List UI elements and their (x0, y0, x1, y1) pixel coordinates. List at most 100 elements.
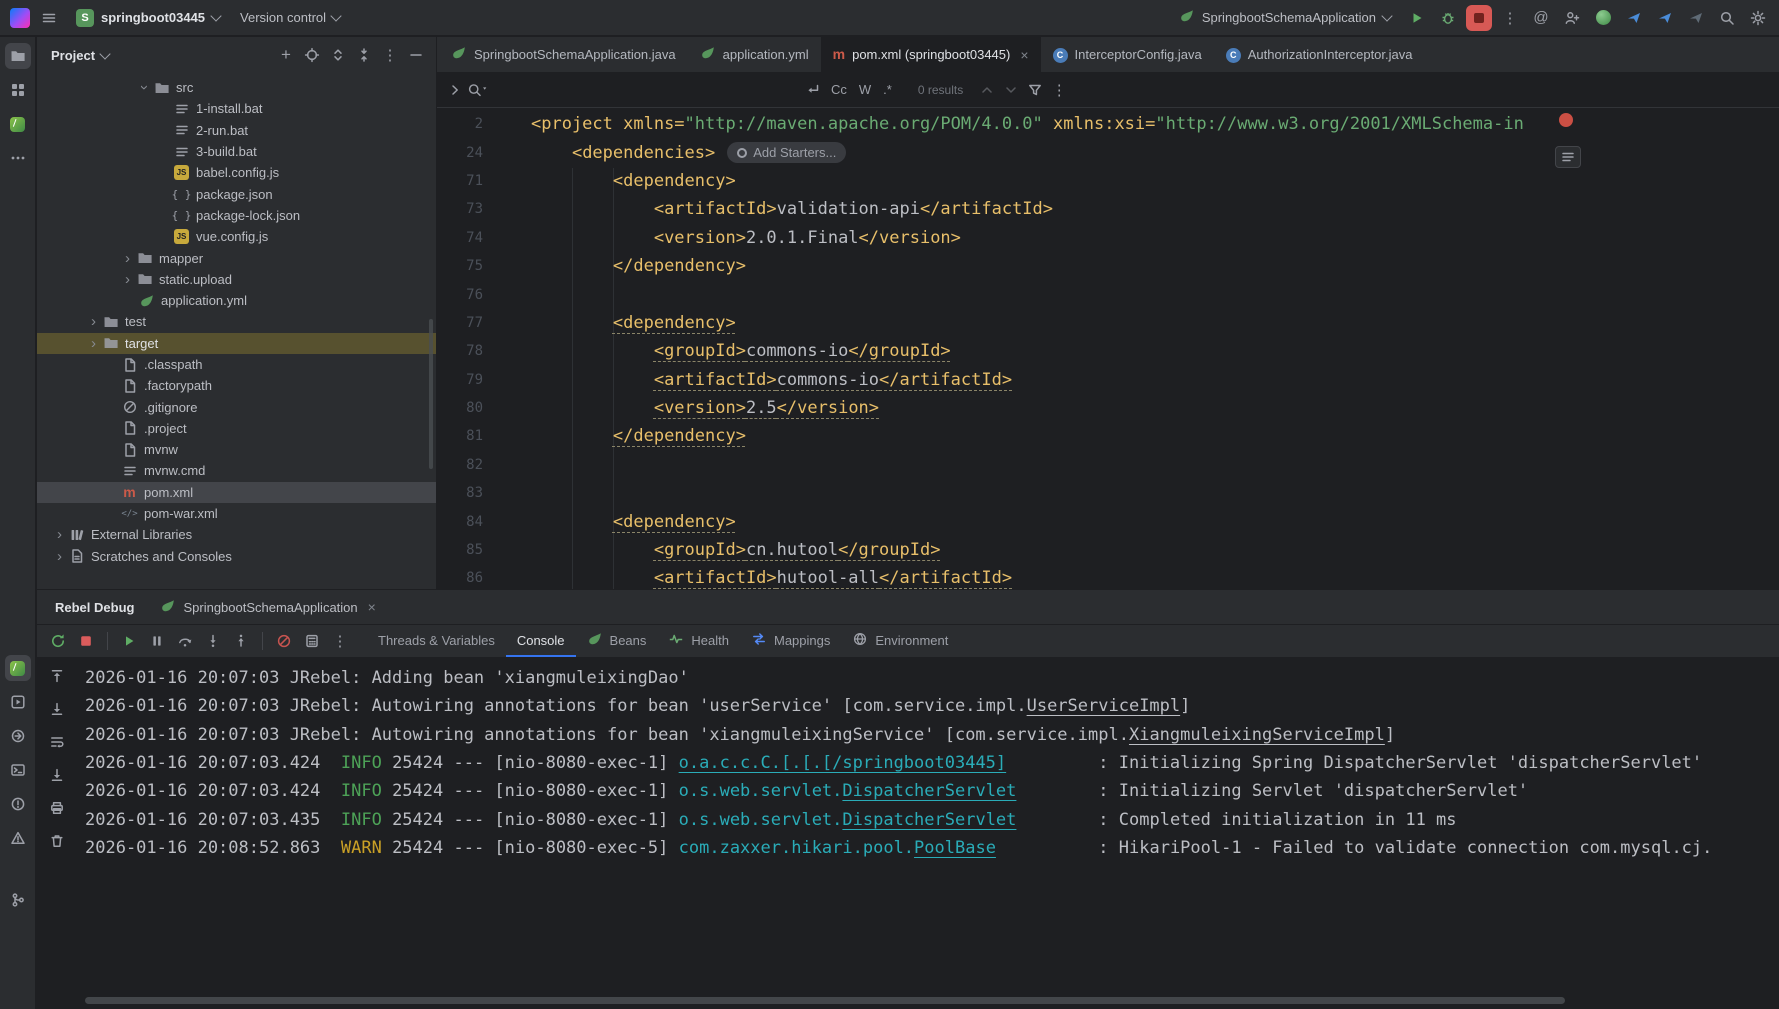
tree-item-1-install-bat[interactable]: 1-install.bat (37, 98, 436, 119)
minimize-icon[interactable] (404, 43, 428, 67)
status-green-icon[interactable] (1590, 5, 1616, 31)
notifications-icon[interactable] (5, 825, 31, 851)
rerun-icon[interactable] (45, 628, 71, 654)
match-case-toggle[interactable]: Cc (825, 78, 853, 101)
project-panel-title[interactable]: Project (51, 48, 95, 63)
kebab-icon[interactable]: ⋮ (378, 43, 402, 67)
tab-interceptorconfig-java[interactable]: CInterceptorConfig.java (1041, 37, 1214, 72)
more-h-icon[interactable] (5, 145, 31, 171)
prev-match-icon[interactable] (975, 78, 999, 102)
console-hscrollbar[interactable] (85, 997, 1565, 1004)
tree-item-package-json[interactable]: { }package.json (37, 183, 436, 204)
tree-item-mapper[interactable]: ›mapper (37, 247, 436, 268)
tree-item-target[interactable]: ›target (37, 333, 436, 354)
chevron-icon[interactable]: › (119, 251, 136, 266)
tree-item-mvnw[interactable]: mvnw (37, 439, 436, 460)
tree-item-mvnw-cmd[interactable]: mvnw.cmd (37, 460, 436, 481)
words-toggle[interactable]: W (853, 78, 877, 101)
tree-item-3-build-bat[interactable]: 3-build.bat (37, 141, 436, 162)
mute-breakpoints-icon[interactable] (271, 628, 297, 654)
tree-item-package-lock-json[interactable]: { }package-lock.json (37, 205, 436, 226)
tree-item-application-yml[interactable]: application.yml (37, 290, 436, 311)
search-icon[interactable] (1714, 5, 1740, 31)
tab-authorizationinterceptor-java[interactable]: CAuthorizationInterceptor.java (1214, 37, 1425, 72)
editor-overlay-icon[interactable] (1555, 146, 1581, 168)
structure-icon[interactable] (5, 77, 31, 103)
add-starters-inlay[interactable]: Add Starters... (727, 142, 846, 163)
debug-tab-console[interactable]: Console (506, 625, 576, 657)
at-icon[interactable]: @ (1528, 5, 1554, 31)
debug-tab-threads-variables[interactable]: Threads & Variables (367, 625, 506, 657)
project-icon[interactable] (5, 43, 31, 69)
close-icon[interactable]: × (1020, 47, 1028, 63)
rebel-debug-icon[interactable] (5, 655, 31, 681)
debug-tab-health[interactable]: Health (657, 625, 740, 657)
find-input[interactable] (497, 81, 801, 99)
debug-tab-mappings[interactable]: Mappings (740, 625, 841, 657)
session-tab[interactable]: SpringbootSchemaApplication × (150, 590, 385, 624)
jrebel-icon[interactable] (5, 111, 31, 137)
search-options-icon[interactable]: ⋮ (1047, 78, 1071, 102)
tree-item-pom-xml[interactable]: mpom.xml (37, 482, 436, 503)
resume-icon[interactable] (116, 628, 142, 654)
newline-icon[interactable] (801, 78, 825, 102)
tree-item-src[interactable]: ›src (37, 77, 436, 98)
evaluate-icon[interactable] (299, 628, 325, 654)
more-actions-icon[interactable]: ⋮ (1497, 5, 1523, 31)
vcs-widget[interactable]: Version control (234, 7, 346, 28)
step-out-icon[interactable] (228, 628, 254, 654)
chevron-icon[interactable]: › (119, 272, 136, 287)
plus-icon[interactable]: + (274, 43, 298, 67)
terminal-icon[interactable] (5, 757, 31, 783)
tree-item-external-libraries[interactable]: ›External Libraries (37, 524, 436, 545)
swap-icon[interactable] (326, 43, 350, 67)
collapse-icon[interactable] (352, 43, 376, 67)
git-icon[interactable] (5, 887, 31, 913)
debug-button[interactable] (1435, 5, 1461, 31)
tree-item-babel-config-js[interactable]: JSbabel.config.js (37, 162, 436, 183)
stop-button[interactable] (1466, 5, 1492, 31)
tree-item-vue-config-js[interactable]: JSvue.config.js (37, 226, 436, 247)
tree-item-static-upload[interactable]: ›static.upload (37, 269, 436, 290)
step-over-icon[interactable] (172, 628, 198, 654)
endpoints-icon[interactable] (5, 723, 31, 749)
locate-icon[interactable] (300, 43, 324, 67)
console-output[interactable]: 2026-01-16 20:07:03 JRebel: Adding bean … (37, 656, 1779, 1009)
regex-toggle[interactable]: .* (877, 78, 898, 101)
debug-tab-environment[interactable]: Environment (841, 625, 959, 657)
stop-icon[interactable] (73, 628, 99, 654)
chevron-icon[interactable]: › (51, 527, 68, 542)
search-icon[interactable] (467, 78, 491, 102)
tree-item-test[interactable]: ›test (37, 311, 436, 332)
chevron-icon[interactable]: › (85, 336, 102, 351)
problems-icon[interactable] (5, 791, 31, 817)
debug-tab-beans[interactable]: Beans (576, 625, 658, 657)
expand-search-icon[interactable] (443, 78, 467, 102)
pause-icon[interactable] (144, 628, 170, 654)
tree-item-project[interactable]: .project (37, 418, 436, 439)
debug-panel-title[interactable]: Rebel Debug (55, 600, 134, 615)
tree-item-gitignore[interactable]: .gitignore (37, 396, 436, 417)
project-widget[interactable]: S springboot03445 (68, 6, 228, 30)
settings-icon[interactable] (1745, 5, 1771, 31)
close-icon[interactable]: × (368, 599, 376, 615)
tree-item-2-run-bat[interactable]: 2-run.bat (37, 120, 436, 141)
next-match-icon[interactable] (999, 78, 1023, 102)
tree-item-scratches-and-consoles[interactable]: ›Scratches and Consoles (37, 546, 436, 567)
tree-item-factorypath[interactable]: .factorypath (37, 375, 436, 396)
error-marker[interactable] (1559, 113, 1573, 127)
step-into-icon[interactable] (200, 628, 226, 654)
code-area[interactable]: 2<project xmlns="http://maven.apache.org… (437, 108, 1779, 589)
tree-item-pom-war-xml[interactable]: </>pom-war.xml (37, 503, 436, 524)
more-v-icon[interactable]: ⋮ (327, 628, 353, 654)
chevron-icon[interactable]: › (137, 79, 152, 96)
add-user-icon[interactable] (1559, 5, 1585, 31)
chevron-icon[interactable]: › (85, 314, 102, 329)
services-icon[interactable] (5, 689, 31, 715)
run-button[interactable] (1404, 5, 1430, 31)
tab-springbootschemaapplication-java[interactable]: SpringbootSchemaApplication.java (439, 37, 688, 72)
send-blue-icon[interactable] (1621, 5, 1647, 31)
tree-item-classpath[interactable]: .classpath (37, 354, 436, 375)
send-gray-icon[interactable] (1683, 5, 1709, 31)
filter-icon[interactable] (1023, 78, 1047, 102)
